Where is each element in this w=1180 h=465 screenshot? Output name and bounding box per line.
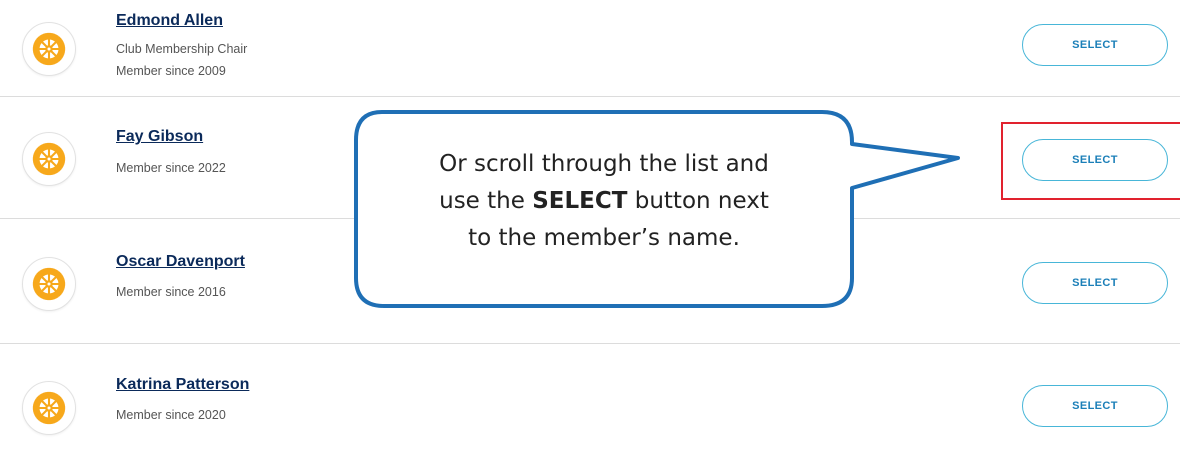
- select-button[interactable]: SELECT: [1022, 385, 1168, 427]
- callout-line: to the member’s name.: [468, 225, 740, 251]
- select-button[interactable]: SELECT: [1022, 262, 1168, 304]
- member-name-link[interactable]: Katrina Patterson: [116, 376, 249, 394]
- member-row: Katrina Patterson Member since 2020 SELE…: [0, 344, 1180, 465]
- select-button[interactable]: SELECT: [1022, 24, 1168, 66]
- member-row: Edmond Allen Club Membership Chair Membe…: [0, 0, 1180, 96]
- member-since: Member since 2022: [116, 161, 226, 175]
- rotary-wheel-icon: [22, 381, 76, 435]
- member-name-link[interactable]: Edmond Allen: [116, 12, 223, 30]
- callout-text-part: use the: [439, 188, 533, 214]
- callout-text-part: button next: [627, 188, 769, 214]
- callout-line: Or scroll through the list and: [439, 151, 769, 177]
- callout-text: Or scroll through the list and use the S…: [372, 146, 836, 257]
- member-name-link[interactable]: Oscar Davenport: [116, 253, 245, 271]
- member-since: Member since 2016: [116, 285, 226, 299]
- member-role: Club Membership Chair: [116, 42, 248, 56]
- member-name-link[interactable]: Fay Gibson: [116, 128, 203, 146]
- rotary-wheel-icon: [22, 22, 76, 76]
- callout-line: use the SELECT button next: [372, 183, 836, 220]
- rotary-wheel-icon: [22, 257, 76, 311]
- rotary-wheel-icon: [22, 132, 76, 186]
- member-since: Member since 2009: [116, 64, 226, 78]
- highlight-box: [1001, 122, 1180, 200]
- callout-emphasis: SELECT: [532, 188, 628, 214]
- member-since: Member since 2020: [116, 408, 226, 422]
